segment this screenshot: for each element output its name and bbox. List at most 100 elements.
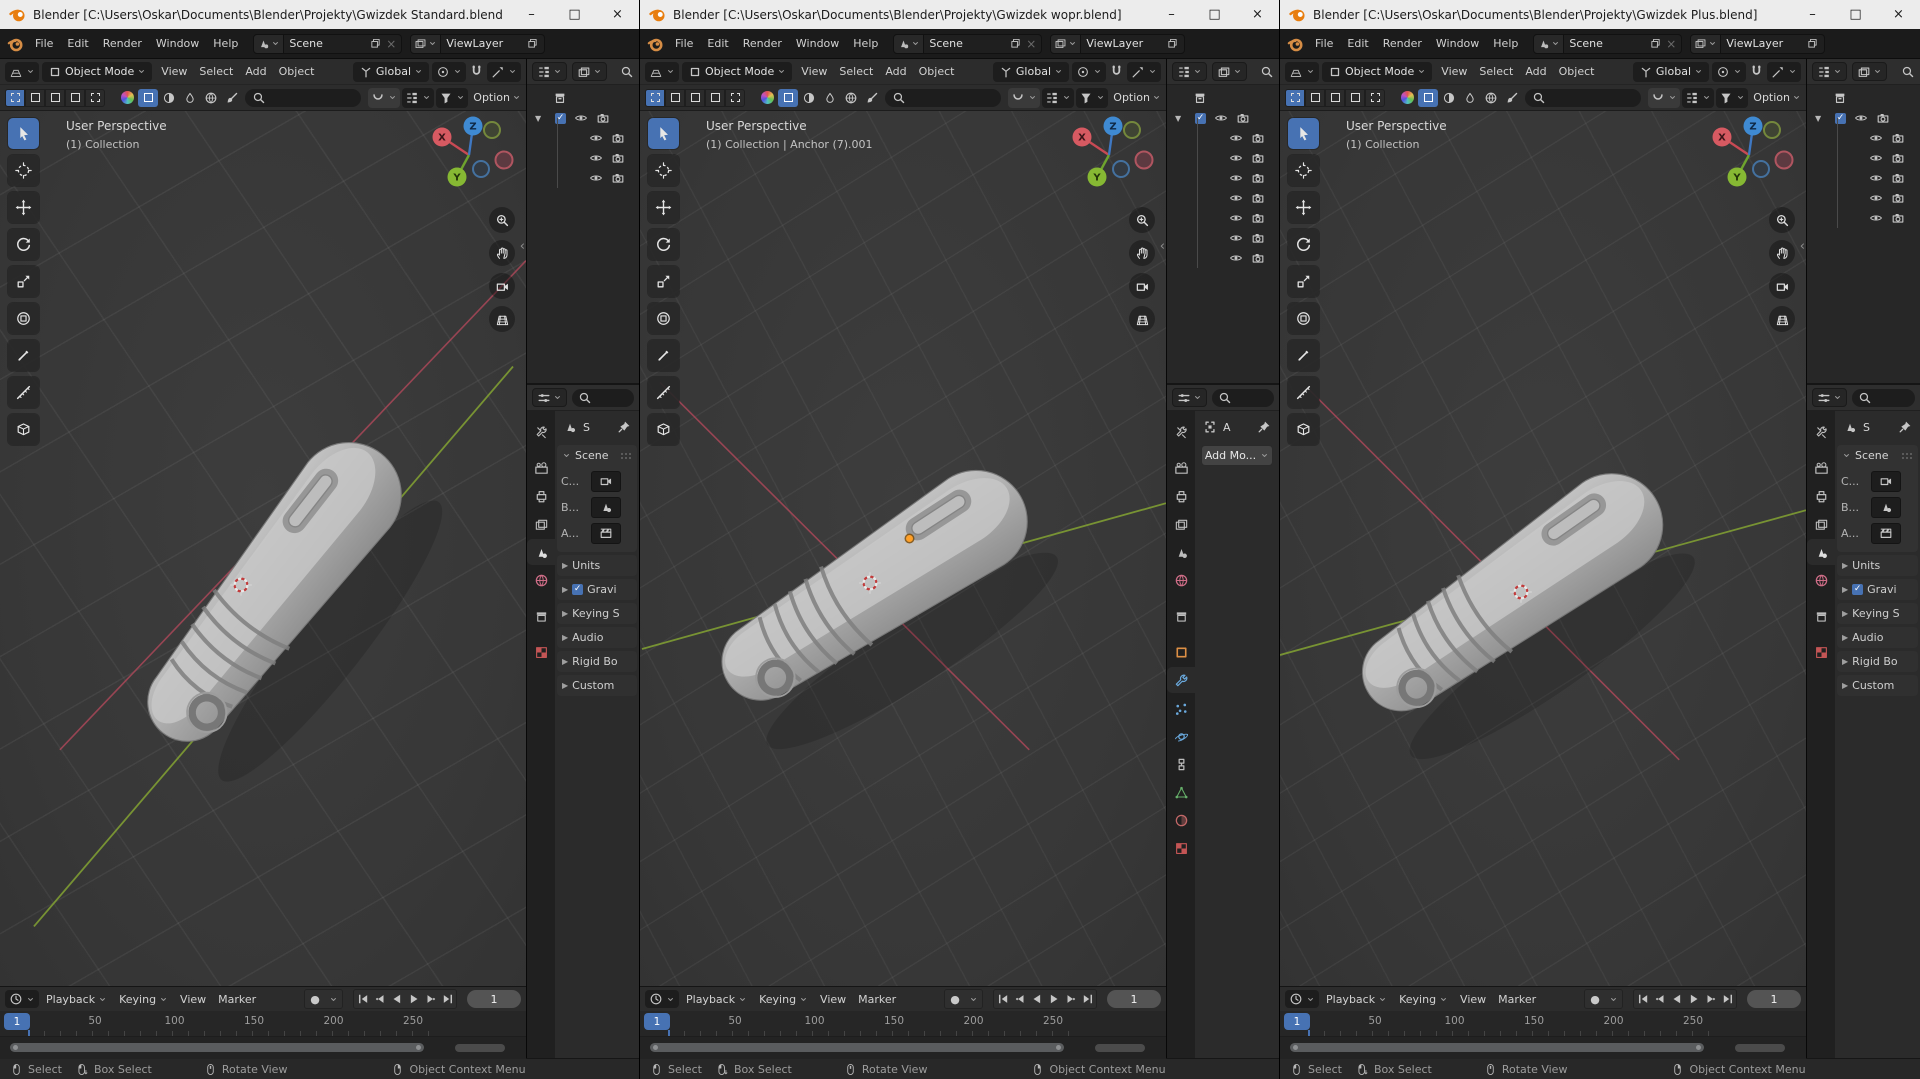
- outliner-row-object[interactable]: [1167, 208, 1279, 228]
- outliner-filter-button[interactable]: [1852, 62, 1887, 81]
- window-close-button[interactable]: ×: [1236, 0, 1279, 29]
- viewport-menu-object[interactable]: Object: [1553, 62, 1601, 81]
- cam-icon[interactable]: [1251, 171, 1265, 185]
- editor-type-button[interactable]: [645, 62, 679, 82]
- outliner-row-object[interactable]: [527, 128, 639, 148]
- select-mode-button-1[interactable]: [1285, 89, 1305, 107]
- eye-icon[interactable]: [1869, 131, 1883, 145]
- tool-move-button[interactable]: [648, 192, 679, 223]
- timeline-editor-type-button[interactable]: [645, 990, 679, 1008]
- jump-to-start-button[interactable]: [1634, 990, 1651, 1008]
- disclosure-triangle-icon[interactable]: ▼: [1175, 114, 1181, 123]
- overlays-button[interactable]: [368, 88, 400, 108]
- panel-gravi[interactable]: ▶✓Gravi: [557, 579, 637, 600]
- cam-icon[interactable]: [611, 171, 625, 185]
- properties-tab-texture[interactable]: [527, 639, 555, 665]
- gizmos-button[interactable]: [402, 88, 434, 108]
- timeline-menu-playback[interactable]: Playback: [1321, 991, 1392, 1008]
- previous-keyframe-button[interactable]: [371, 990, 388, 1008]
- tool-add-cube-button[interactable]: [1288, 414, 1319, 445]
- window-maximize-button[interactable]: □: [1193, 0, 1236, 29]
- shading-dropdown[interactable]: [820, 89, 840, 107]
- select-mode-button-4[interactable]: [65, 89, 85, 107]
- scrollbar-thumb[interactable]: [1290, 1043, 1704, 1052]
- timeline-menu-view[interactable]: View: [815, 991, 851, 1008]
- gravity-checkbox[interactable]: ✓: [1852, 584, 1863, 595]
- properties-tab-view-layer[interactable]: [1167, 511, 1195, 537]
- viewport-search[interactable]: [885, 89, 1001, 107]
- outliner-row-object[interactable]: [527, 168, 639, 188]
- gizmos-button[interactable]: [1682, 88, 1714, 108]
- properties-tab-particles[interactable]: [1167, 695, 1195, 721]
- menu-help[interactable]: Help: [846, 34, 885, 53]
- timeline-scrollbar[interactable]: [0, 1037, 526, 1059]
- menu-render[interactable]: Render: [96, 34, 149, 53]
- properties-tab-material[interactable]: [1167, 807, 1195, 833]
- view-zoom-button[interactable]: [489, 207, 515, 233]
- cam-icon[interactable]: [1891, 131, 1905, 145]
- properties-tab-render[interactable]: [1807, 455, 1835, 481]
- filter-button[interactable]: [1076, 88, 1108, 108]
- add-modifier-button[interactable]: Add Mo...: [1201, 445, 1273, 466]
- select-mode-button-4[interactable]: [1345, 89, 1365, 107]
- timeline-editor-type-button[interactable]: [5, 990, 39, 1008]
- timeline-menu-view[interactable]: View: [1455, 991, 1491, 1008]
- record-button[interactable]: ●: [945, 990, 965, 1008]
- viewport-menu-select[interactable]: Select: [1473, 62, 1519, 81]
- navigation-gizmo[interactable]: [424, 113, 518, 203]
- timeline-scrollbar[interactable]: [640, 1037, 1166, 1059]
- properties-tab-scene[interactable]: [1167, 539, 1195, 565]
- properties-tab-tool[interactable]: [1167, 419, 1195, 445]
- menu-help[interactable]: Help: [1486, 34, 1525, 53]
- properties-tab-object-data[interactable]: [1167, 779, 1195, 805]
- tool-rotate-button[interactable]: [1288, 229, 1319, 260]
- select-mode-button-3[interactable]: [685, 89, 705, 107]
- navigation-gizmo[interactable]: [1064, 113, 1158, 203]
- eye-icon[interactable]: [1869, 211, 1883, 225]
- outliner-row-object[interactable]: [1167, 248, 1279, 268]
- tool-transform-button[interactable]: [8, 303, 39, 334]
- options-button[interactable]: Option: [1753, 91, 1801, 104]
- cam-icon[interactable]: [1891, 171, 1905, 185]
- options-button[interactable]: Option: [1113, 91, 1161, 104]
- panel-keying-s[interactable]: ▶Keying S: [557, 603, 637, 624]
- new-scene-icon[interactable]: [1649, 37, 1662, 50]
- sidebar-collapse-arrow[interactable]: ‹: [1160, 239, 1165, 254]
- properties-search[interactable]: [1212, 389, 1274, 407]
- select-mode-button-1[interactable]: [645, 89, 665, 107]
- viewport-menu-select[interactable]: Select: [193, 62, 239, 81]
- menu-file[interactable]: File: [28, 34, 60, 53]
- cam-icon[interactable]: [1251, 251, 1265, 265]
- timeline-menu-keying[interactable]: Keying: [114, 991, 173, 1008]
- properties-tab-view-layer[interactable]: [527, 511, 555, 537]
- next-keyframe-button[interactable]: [1702, 990, 1719, 1008]
- menu-render[interactable]: Render: [736, 34, 789, 53]
- view-camera-button[interactable]: [1129, 273, 1155, 299]
- current-frame-badge[interactable]: 1: [1284, 1013, 1310, 1030]
- tool-move-button[interactable]: [1288, 192, 1319, 223]
- tool-annotate-button[interactable]: [8, 340, 39, 371]
- eye-icon[interactable]: [1229, 191, 1243, 205]
- options-button[interactable]: Option: [473, 91, 521, 104]
- play-button[interactable]: [405, 990, 422, 1008]
- properties-tab-collection[interactable]: [1167, 603, 1195, 629]
- panel-custom[interactable]: ▶Custom: [557, 675, 637, 696]
- properties-tab-output[interactable]: [1167, 483, 1195, 509]
- properties-tab-tool[interactable]: [527, 419, 555, 445]
- tool-tweak-button[interactable]: [1288, 118, 1319, 149]
- select-mode-button-3[interactable]: [1325, 89, 1345, 107]
- viewport-menu-object[interactable]: Object: [913, 62, 961, 81]
- filter-button[interactable]: [436, 88, 468, 108]
- eye-icon[interactable]: [1869, 171, 1883, 185]
- gravity-checkbox[interactable]: ✓: [572, 584, 583, 595]
- cam-icon[interactable]: [611, 151, 625, 165]
- cam-icon[interactable]: [1251, 151, 1265, 165]
- browse-viewlayer-button[interactable]: [410, 34, 441, 54]
- outliner-row-object[interactable]: [1167, 228, 1279, 248]
- row-value-button[interactable]: [1871, 523, 1901, 544]
- eye-icon[interactable]: [1869, 191, 1883, 205]
- window-close-button[interactable]: ×: [1877, 0, 1920, 29]
- current-frame-field[interactable]: 1: [467, 990, 521, 1008]
- snap-toggle-icon[interactable]: [469, 64, 484, 79]
- panel-header[interactable]: Scene: [557, 445, 637, 466]
